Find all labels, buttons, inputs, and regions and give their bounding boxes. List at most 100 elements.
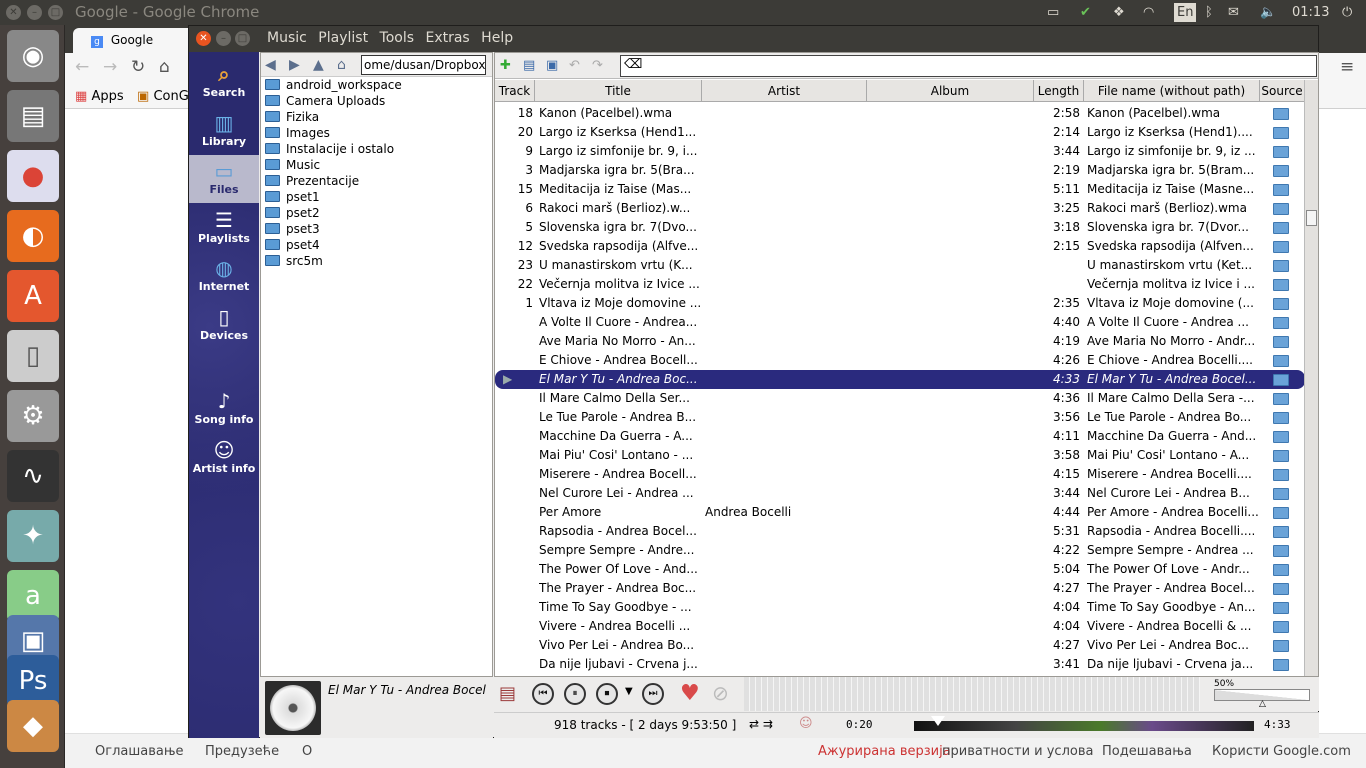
ubuntu-icon[interactable]: ◉ xyxy=(7,30,59,82)
power-icon[interactable]: ⏻ xyxy=(1342,3,1352,22)
playlist-scrollbar[interactable] xyxy=(1304,80,1318,676)
footer-privacy-link[interactable]: приватности и услова xyxy=(942,744,1093,759)
playlist-row[interactable]: ▶ El Mar Y Tu - Andrea Boc... 4:33 El Mar Y… xyxy=(495,370,1305,389)
repeat-shuffle-icon[interactable]: ⇄ ⇉ xyxy=(749,717,773,731)
player-maximize-button[interactable]: □ xyxy=(235,31,250,46)
playlist-row[interactable]: Le Tue Parole - Andrea B... 3:56 Le Tue Pa… xyxy=(495,408,1305,427)
undo-icon[interactable]: ↶ xyxy=(569,57,587,75)
home-icon[interactable]: ⌂ xyxy=(159,57,170,77)
clock[interactable]: 01:13 xyxy=(1292,3,1329,22)
playlist-row[interactable]: Macchine Da Guerra - A... 4:11 Macchine Da… xyxy=(495,427,1305,446)
playlist-row[interactable]: 15 Meditacija iz Taise (Mas... 5:11 Meditac… xyxy=(495,180,1305,199)
keyboard-layout[interactable]: En xyxy=(1174,3,1197,22)
playlist-row[interactable]: Il Mare Calmo Della Ser... 4:36 Il Mare Ca… xyxy=(495,389,1305,408)
back-icon[interactable]: ◀ xyxy=(265,56,283,74)
playlist-row[interactable]: Nel Curore Lei - Andrea ... 3:44 Nel Curor… xyxy=(495,484,1305,503)
home-icon[interactable]: ⌂ xyxy=(337,56,355,74)
menu-playlist[interactable]: Playlist xyxy=(318,30,368,46)
menu-extras[interactable]: Extras xyxy=(425,30,469,46)
sidebar-item-artist-info[interactable]: ☺ Artist info xyxy=(189,434,259,482)
mini-player-icon[interactable]: ▤ xyxy=(499,683,516,704)
reload-icon[interactable]: ↻ xyxy=(131,57,145,77)
playlist-row[interactable]: Vivere - Andrea Bocelli ... 4:04 Vivere - … xyxy=(495,617,1305,636)
seek-bar[interactable] xyxy=(914,721,1254,731)
folder-item[interactable]: pset4 xyxy=(261,237,492,253)
chrome-menu-icon[interactable]: ≡ xyxy=(1340,57,1354,77)
playlist-row[interactable]: Rapsodia - Andrea Bocel... 5:31 Rapsodia -… xyxy=(495,522,1305,541)
playlist-row[interactable]: Miserere - Andrea Bocell... 4:15 Miserere … xyxy=(495,465,1305,484)
playlist-row[interactable]: Ave Maria No Morro - An... 4:19 Ave Maria … xyxy=(495,332,1305,351)
footer-google-com-link[interactable]: Користи Google.com xyxy=(1212,744,1351,759)
folder-item[interactable]: pset2 xyxy=(261,205,492,221)
stop-button[interactable]: ⏹ xyxy=(596,683,618,705)
playlist-row[interactable]: Time To Say Goodbye - ... 4:04 Time To Say… xyxy=(495,598,1305,617)
player-minimize-button[interactable]: – xyxy=(216,31,231,46)
dropbox-icon[interactable]: ❖ xyxy=(1113,3,1125,22)
sidebar-item-search[interactable]: ⌕ Search xyxy=(189,58,259,106)
playlist-row[interactable]: 22 Večernja molitva iz Ivice ... Večernja … xyxy=(495,275,1305,294)
folder-item[interactable]: Music xyxy=(261,157,492,173)
software-center-icon[interactable]: A xyxy=(7,270,59,322)
col-track[interactable]: Track xyxy=(495,80,535,102)
forward-icon[interactable]: → xyxy=(103,57,117,77)
next-button[interactable]: ⏭ xyxy=(642,683,664,705)
playlist-row[interactable]: 6 Rakoci marš (Berlioz).w... 3:25 Rakoci ma… xyxy=(495,199,1305,218)
playlist-row[interactable]: The Power Of Love - And... 5:04 The Power … xyxy=(495,560,1305,579)
folder-item[interactable]: Camera Uploads xyxy=(261,93,492,109)
playlist-row[interactable]: 5 Slovenska igra br. 7(Dvo... 3:18 Slovensk… xyxy=(495,218,1305,237)
sidebar-item-library[interactable]: ▥ Library xyxy=(189,107,259,155)
pause-button[interactable]: ⏸ xyxy=(564,683,586,705)
menu-help[interactable]: Help xyxy=(481,30,513,46)
folder-item[interactable]: pset1 xyxy=(261,189,492,205)
playlist-row[interactable]: E Chiove - Andrea Bocell... 4:26 E Chiove … xyxy=(495,351,1305,370)
back-icon[interactable]: ← xyxy=(75,57,89,77)
seek-thumb[interactable] xyxy=(930,716,945,726)
folder-item[interactable]: Prezentacije xyxy=(261,173,492,189)
forward-icon[interactable]: ▶ xyxy=(289,56,307,74)
col-source[interactable]: Source xyxy=(1260,80,1305,102)
previous-button[interactable]: ⏮ xyxy=(532,683,554,705)
playlist-row[interactable]: 12 Svedska rapsodija (Alfve... 2:15 Svedska… xyxy=(495,237,1305,256)
playlist-row[interactable]: 20 Largo iz Kserksa (Hend1... 2:14 Largo iz… xyxy=(495,123,1305,142)
mail-icon[interactable]: ✉ xyxy=(1228,3,1239,22)
ban-icon[interactable]: ⊘ xyxy=(712,681,729,705)
chrome-icon[interactable]: ● xyxy=(7,150,59,202)
clear-filter-icon[interactable]: ⌫ xyxy=(624,57,642,72)
system-monitor-icon[interactable]: ∿ xyxy=(7,450,59,502)
close-window-button[interactable]: ✕ xyxy=(6,5,21,20)
bookmark-item[interactable]: ▣ ConG xyxy=(137,89,189,104)
windows-icon[interactable]: ✦ xyxy=(7,510,59,562)
playlist-row[interactable]: 9 Largo iz simfonije br. 9, i... 3:44 Largo… xyxy=(495,142,1305,161)
path-input[interactable]: ome/dusan/Dropbox xyxy=(361,55,486,75)
open-playlist-icon[interactable]: ▤ xyxy=(523,57,541,75)
playlist-row[interactable]: A Volte Il Cuore - Andrea... 4:40 A Volte … xyxy=(495,313,1305,332)
playlist-row[interactable]: Da nije ljubavi - Crvena j... 3:41 Da nije… xyxy=(495,655,1305,674)
sidebar-item-files[interactable]: ▭ Files xyxy=(189,155,259,203)
volume-slider-handle[interactable]: △ xyxy=(1259,699,1266,709)
volume-control[interactable]: 50% △ xyxy=(1214,679,1314,709)
up-icon[interactable]: ▲ xyxy=(313,56,331,74)
col-title[interactable]: Title xyxy=(535,80,702,102)
wifi-icon[interactable]: ◠ xyxy=(1143,3,1154,22)
new-playlist-icon[interactable]: ✚ xyxy=(500,57,518,75)
playlist-row[interactable]: Sempre Sempre - Andre... 4:22 Sempre Sempr… xyxy=(495,541,1305,560)
playlist-row[interactable]: 18 Kanon (Pacelbel).wma 2:58 Kanon (Pacelbe… xyxy=(495,104,1305,123)
lastfm-icon[interactable]: ☺ xyxy=(799,716,813,731)
col-album[interactable]: Album xyxy=(867,80,1034,102)
playlist-row[interactable]: Per Amore Andrea Bocelli 4:44 Per Amore - A… xyxy=(495,503,1305,522)
playlist-row[interactable]: Vivo Per Lei - Andrea Bo... 4:27 Vivo Per … xyxy=(495,636,1305,655)
volume-icon[interactable]: 🔈 xyxy=(1260,3,1276,22)
love-icon[interactable]: ♥ xyxy=(680,681,700,706)
maximize-window-button[interactable]: □ xyxy=(48,5,63,20)
playlist-row[interactable]: 1 Vltava iz Moje domovine ... 2:35 Vltava i… xyxy=(495,294,1305,313)
menu-music[interactable]: Music xyxy=(267,30,307,46)
playlist-row[interactable]: 3 Madjarska igra br. 5(Bra... 2:19 Madjarsk… xyxy=(495,161,1305,180)
col-artist[interactable]: Artist xyxy=(702,80,867,102)
analyzer-visualization[interactable] xyxy=(744,677,1200,711)
col-file[interactable]: File name (without path) xyxy=(1084,80,1260,102)
folder-item[interactable]: android_workspace xyxy=(261,77,492,93)
files-icon[interactable]: ▤ xyxy=(7,90,59,142)
folder-item[interactable]: pset3 xyxy=(261,221,492,237)
playlist-filter-input[interactable]: ⌫ xyxy=(620,55,1317,77)
player-close-button[interactable]: ✕ xyxy=(196,31,211,46)
